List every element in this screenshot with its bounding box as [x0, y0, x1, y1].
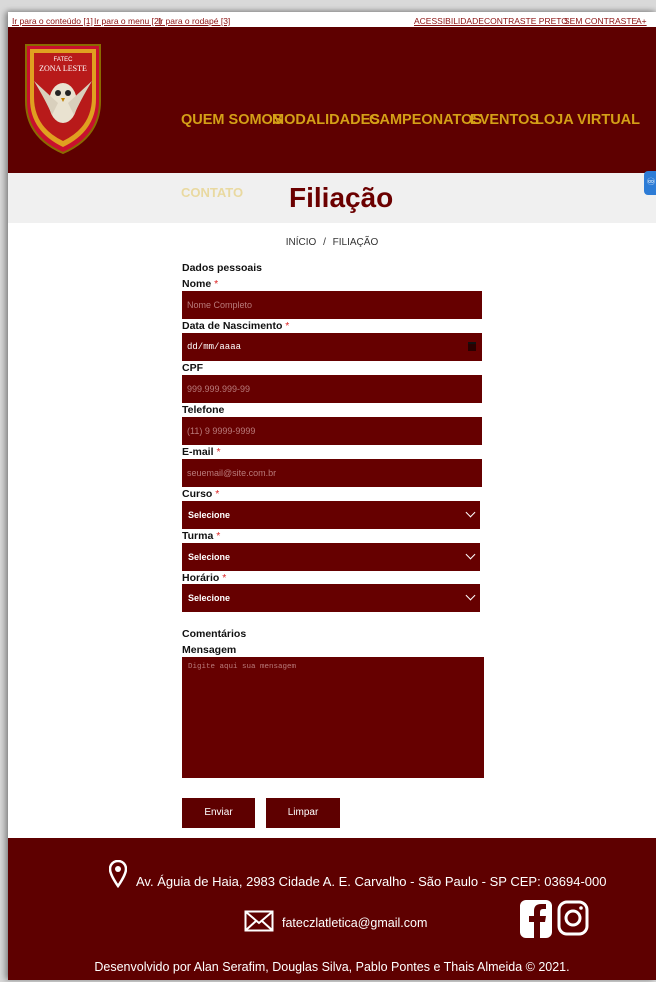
svg-text:ZONA LESTE: ZONA LESTE [39, 64, 87, 73]
curso-select[interactable]: Selecione [182, 501, 480, 529]
chevron-down-icon [465, 549, 476, 560]
calendar-icon[interactable] [468, 342, 476, 351]
nav-contato[interactable]: CONTATO [181, 185, 243, 200]
nome-label: Nome * [182, 278, 218, 290]
turma-label-text: Turma [182, 530, 214, 542]
date-value: dd/mm/aaaa [187, 342, 242, 352]
nascimento-label: Data de Nascimento * [182, 320, 289, 332]
no-contrast-link[interactable]: SEM CONTRASTE [564, 16, 637, 26]
footer-credits: Desenvolvido por Alan Serafim, Douglas S… [94, 960, 570, 974]
high-contrast-link[interactable]: CONTRASTE PRETO [484, 16, 568, 26]
accessibility-widget-icon[interactable]: ♾ [644, 171, 656, 195]
chevron-down-icon [465, 507, 476, 518]
turma-label: Turma * [182, 530, 220, 542]
instagram-icon[interactable] [557, 900, 589, 936]
nav-loja-virtual[interactable]: LOJA VIRTUAL [535, 112, 640, 128]
nav-campeonatos[interactable]: CAMPEONATOS [369, 112, 482, 128]
skip-to-menu-link[interactable]: Ir para o menu [2] [94, 16, 161, 26]
breadcrumb-current: FILIAÇÃO [332, 237, 379, 248]
reset-button[interactable]: Limpar [266, 798, 340, 828]
location-pin-icon [109, 860, 127, 888]
section-personal-heading: Dados pessoais [182, 262, 262, 274]
cpf-label: CPF [182, 362, 203, 374]
nav-modalidades[interactable]: MODALIDADES [272, 112, 380, 128]
horario-select[interactable]: Selecione [182, 584, 480, 612]
email-label: E-mail * [182, 446, 221, 458]
nome-input[interactable] [182, 291, 482, 319]
telefone-label: Telefone [182, 404, 225, 416]
site-logo[interactable]: FATEC ZONA LESTE [22, 41, 104, 157]
curso-label: Curso * [182, 488, 219, 500]
email-input[interactable] [182, 459, 482, 487]
skip-to-footer-link[interactable]: Ir para o rodapé [3] [158, 16, 230, 26]
breadcrumb: INÍCIO / FILIAÇÃO [8, 237, 656, 248]
svg-text:FATEC: FATEC [54, 57, 74, 63]
site-header: FATEC ZONA LESTE QUEM SOMOS MODALIDADES … [8, 27, 656, 173]
nome-label-text: Nome [182, 278, 212, 290]
mensagem-textarea[interactable] [182, 657, 484, 778]
required-mark: * [214, 278, 219, 290]
accessibility-link[interactable]: ACESSIBILIDADE [414, 16, 484, 26]
required-mark: * [222, 572, 227, 584]
turma-selected-value: Selecione [188, 552, 231, 562]
required-mark: * [216, 530, 221, 542]
facebook-icon[interactable] [520, 900, 552, 938]
nascimento-date-input[interactable]: dd/mm/aaaa [182, 333, 482, 361]
curso-label-text: Curso [182, 488, 213, 500]
mensagem-label: Mensagem [182, 644, 237, 656]
skip-to-content-link[interactable]: Ir para o conteúdo [1] [12, 16, 93, 26]
nascimento-label-text: Data de Nascimento [182, 320, 283, 332]
curso-selected-value: Selecione [188, 510, 231, 520]
cpf-input[interactable] [182, 375, 482, 403]
section-comments-heading: Comentários [182, 628, 247, 640]
required-mark: * [215, 488, 220, 500]
horario-selected-value: Selecione [188, 593, 231, 603]
required-mark: * [216, 446, 221, 458]
submit-button[interactable]: Enviar [182, 798, 255, 828]
horario-label-text: Horário [182, 572, 220, 584]
email-label-text: E-mail [182, 446, 214, 458]
breadcrumb-home[interactable]: INÍCIO [286, 237, 317, 248]
accessibility-bar: Ir para o conteúdo [1] Ir para o menu [2… [8, 12, 656, 27]
horario-label: Horário * [182, 572, 226, 584]
chevron-down-icon [465, 590, 476, 601]
page-title: Filiação [289, 182, 394, 213]
footer-email[interactable]: fateczlatletica@gmail.com [282, 916, 427, 930]
footer-address: Av. Águia de Haia, 2983 Cidade A. E. Car… [136, 874, 607, 889]
site-footer: Av. Águia de Haia, 2983 Cidade A. E. Car… [8, 838, 656, 980]
email-icon[interactable] [244, 910, 274, 932]
breadcrumb-separator: / [323, 237, 326, 248]
turma-select[interactable]: Selecione [182, 543, 480, 571]
page: Ir para o conteúdo [1] Ir para o menu [2… [8, 12, 656, 980]
title-band: CONTATO Filiação [8, 173, 656, 223]
font-increase-link[interactable]: A+ [636, 16, 647, 26]
required-mark: * [285, 320, 290, 332]
telefone-input[interactable] [182, 417, 482, 445]
nav-quem-somos[interactable]: QUEM SOMOS [181, 112, 283, 128]
nav-eventos[interactable]: EVENTOS [470, 112, 539, 128]
